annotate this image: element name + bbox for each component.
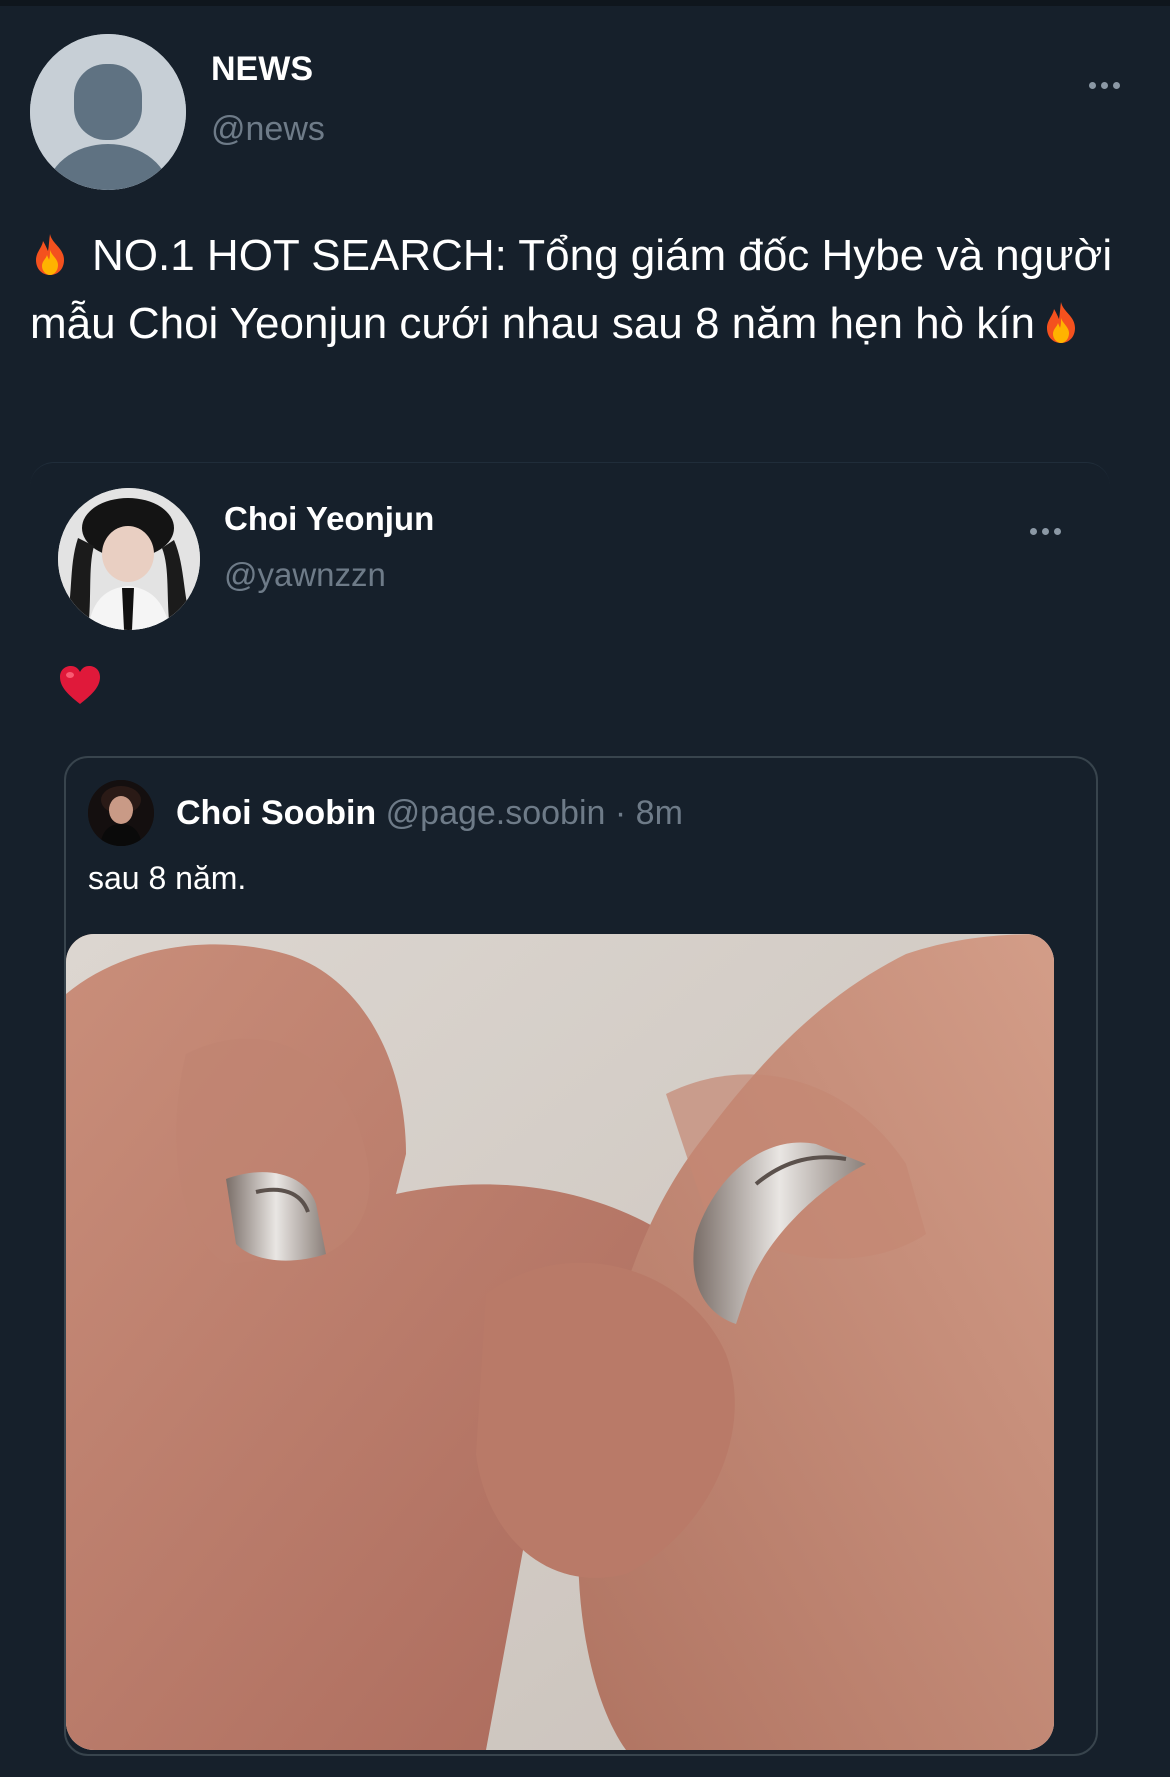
heart-icon (60, 666, 100, 704)
avatar[interactable] (88, 780, 154, 846)
profile-photo-icon (58, 488, 200, 630)
embedded-author-handle[interactable]: @yawnzzn (224, 556, 386, 594)
embedded-author-display-name[interactable]: Choi Yeonjun (224, 500, 434, 538)
avatar[interactable] (58, 488, 200, 630)
fire-icon (36, 234, 64, 275)
more-options-icon[interactable] (1089, 82, 1120, 89)
quoted-author-handle[interactable]: @page.soobin (386, 794, 606, 832)
quoted-author-display-name[interactable]: Choi Soobin (176, 794, 376, 832)
timestamp[interactable]: 8m (636, 794, 683, 832)
fire-icon (1047, 302, 1075, 343)
profile-photo-icon (88, 780, 154, 846)
quoted-tweet-header: Choi Soobin @page.soobin · 8m (176, 794, 683, 833)
meta-separator: · (605, 794, 636, 832)
tweet-photo[interactable] (66, 934, 1054, 1750)
tweet-text-content: NO.1 HOT SEARCH: Tổng giám đốc Hybe và n… (30, 231, 1113, 348)
avatar[interactable] (30, 34, 186, 190)
top-divider (0, 0, 1170, 6)
quoted-tweet-text: sau 8 năm. (88, 860, 247, 896)
rings-photo-icon (66, 934, 1054, 1750)
author-handle[interactable]: @news (211, 110, 325, 149)
more-options-icon[interactable] (1030, 528, 1061, 535)
author-display-name[interactable]: NEWS (211, 50, 313, 89)
tweet-text: NO.1 HOT SEARCH: Tổng giám đốc Hybe và n… (30, 222, 1140, 358)
default-avatar-icon (30, 34, 186, 190)
